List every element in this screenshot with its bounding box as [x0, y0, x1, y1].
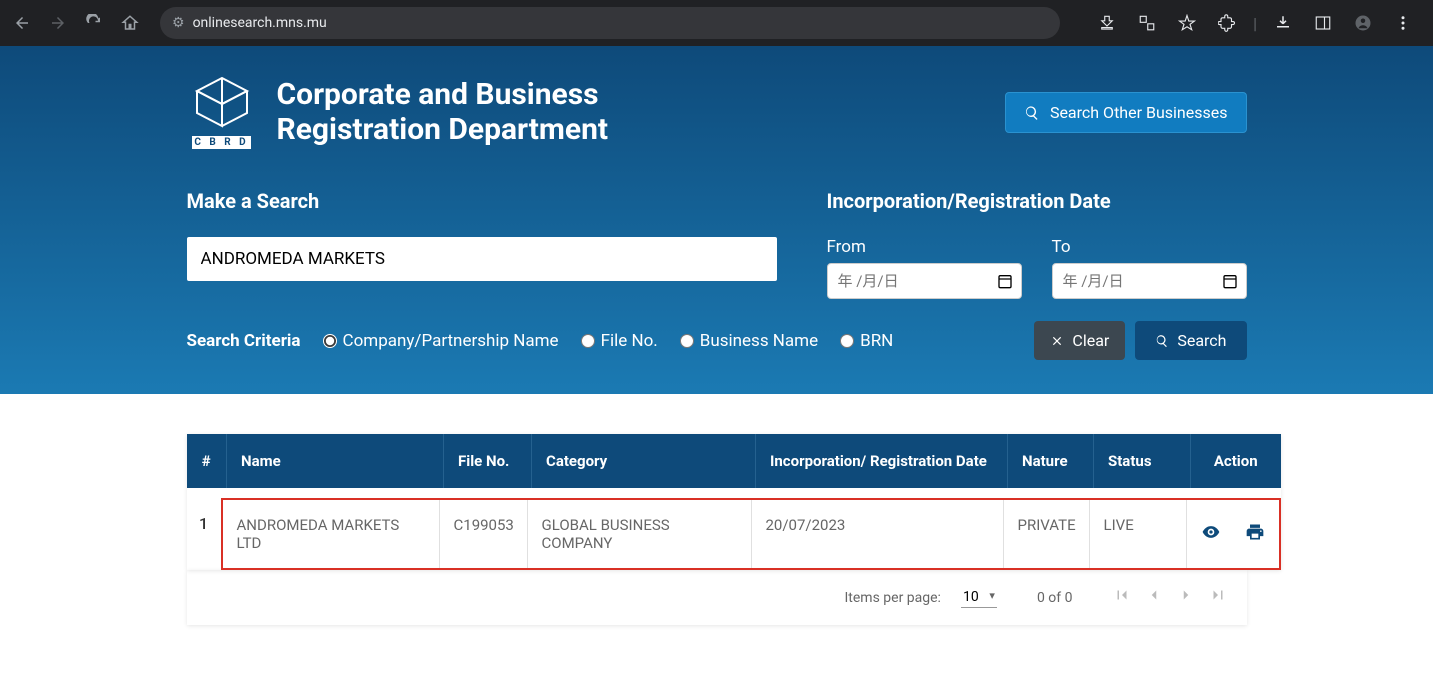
page-size-select[interactable]: 10	[961, 587, 997, 608]
print-icon[interactable]	[1245, 522, 1265, 546]
last-page-icon[interactable]	[1209, 586, 1227, 609]
prev-page-icon[interactable]	[1145, 586, 1163, 609]
next-page-icon[interactable]	[1177, 586, 1195, 609]
date-section-label: Incorporation/Registration Date	[827, 189, 1247, 213]
install-icon[interactable]	[1093, 9, 1121, 37]
cell-date: 20/07/2023	[752, 500, 1004, 568]
date-from-input[interactable]	[827, 263, 1022, 299]
menu-icon[interactable]	[1389, 9, 1417, 37]
home-icon[interactable]	[116, 9, 144, 37]
criteria-business[interactable]: Business Name	[680, 331, 818, 351]
reload-icon[interactable]	[80, 9, 108, 37]
logo-letters: C B R D	[192, 136, 250, 149]
cell-status: LIVE	[1090, 500, 1187, 568]
col-nature: Nature	[1008, 434, 1094, 488]
search-icon	[1155, 334, 1169, 348]
search-button[interactable]: Search	[1135, 321, 1246, 360]
page-title: Corporate and Business Registration Depa…	[277, 78, 609, 147]
criteria-brn[interactable]: BRN	[840, 331, 893, 351]
col-date: Incorporation/ Registration Date	[756, 434, 1008, 488]
cell-category: GLOBAL BUSINESS COMPANY	[528, 500, 752, 568]
cell-nature: PRIVATE	[1004, 500, 1090, 568]
criteria-company[interactable]: Company/Partnership Name	[323, 331, 559, 351]
translate-icon[interactable]	[1133, 9, 1161, 37]
search-input[interactable]	[187, 237, 777, 281]
view-icon[interactable]	[1201, 522, 1221, 546]
search-icon	[1024, 105, 1040, 121]
search-other-button[interactable]: Search Other Businesses	[1005, 92, 1247, 133]
star-icon[interactable]	[1173, 9, 1201, 37]
col-action: Action	[1191, 434, 1281, 488]
download-icon[interactable]	[1269, 9, 1297, 37]
page-header: C B R D Corporate and Business Registrat…	[0, 46, 1433, 394]
site-info-icon[interactable]: ⚙	[172, 15, 185, 31]
cell-name: ANDROMEDA MARKETS LTD	[223, 500, 440, 568]
cell-idx: 1	[187, 498, 221, 570]
browser-chrome: ⚙ onlinesearch.mns.mu |	[0, 0, 1433, 46]
page-range: 0 of 0	[1037, 590, 1073, 606]
date-to-input[interactable]	[1052, 263, 1247, 299]
first-page-icon[interactable]	[1113, 586, 1131, 609]
criteria-label: Search Criteria	[187, 331, 301, 351]
paginator: Items per page: 10 0 of 0	[187, 570, 1247, 625]
from-label: From	[827, 237, 1022, 257]
to-label: To	[1052, 237, 1247, 257]
col-idx: #	[187, 434, 227, 488]
url-bar[interactable]: ⚙ onlinesearch.mns.mu	[160, 7, 1060, 39]
criteria-fileno[interactable]: File No.	[581, 331, 658, 351]
profile-icon[interactable]	[1349, 9, 1377, 37]
panel-icon[interactable]	[1309, 9, 1337, 37]
col-name: Name	[227, 434, 444, 488]
clear-button[interactable]: Clear	[1034, 321, 1125, 360]
col-category: Category	[532, 434, 756, 488]
col-status: Status	[1094, 434, 1191, 488]
url-text: onlinesearch.mns.mu	[193, 15, 327, 31]
table-row: 1 ANDROMEDA MARKETS LTD C199053 GLOBAL B…	[187, 488, 1281, 570]
items-per-page-label: Items per page:	[845, 590, 941, 606]
cell-file: C199053	[440, 500, 528, 568]
make-search-label: Make a Search	[187, 189, 777, 213]
cell-action	[1187, 500, 1279, 568]
col-file: File No.	[444, 434, 532, 488]
logo: C B R D	[187, 76, 257, 149]
back-icon[interactable]	[8, 9, 36, 37]
extensions-icon[interactable]	[1213, 9, 1241, 37]
close-icon	[1050, 334, 1064, 348]
forward-icon[interactable]	[44, 9, 72, 37]
results-table: # Name File No. Category Incorporation/ …	[187, 434, 1281, 570]
